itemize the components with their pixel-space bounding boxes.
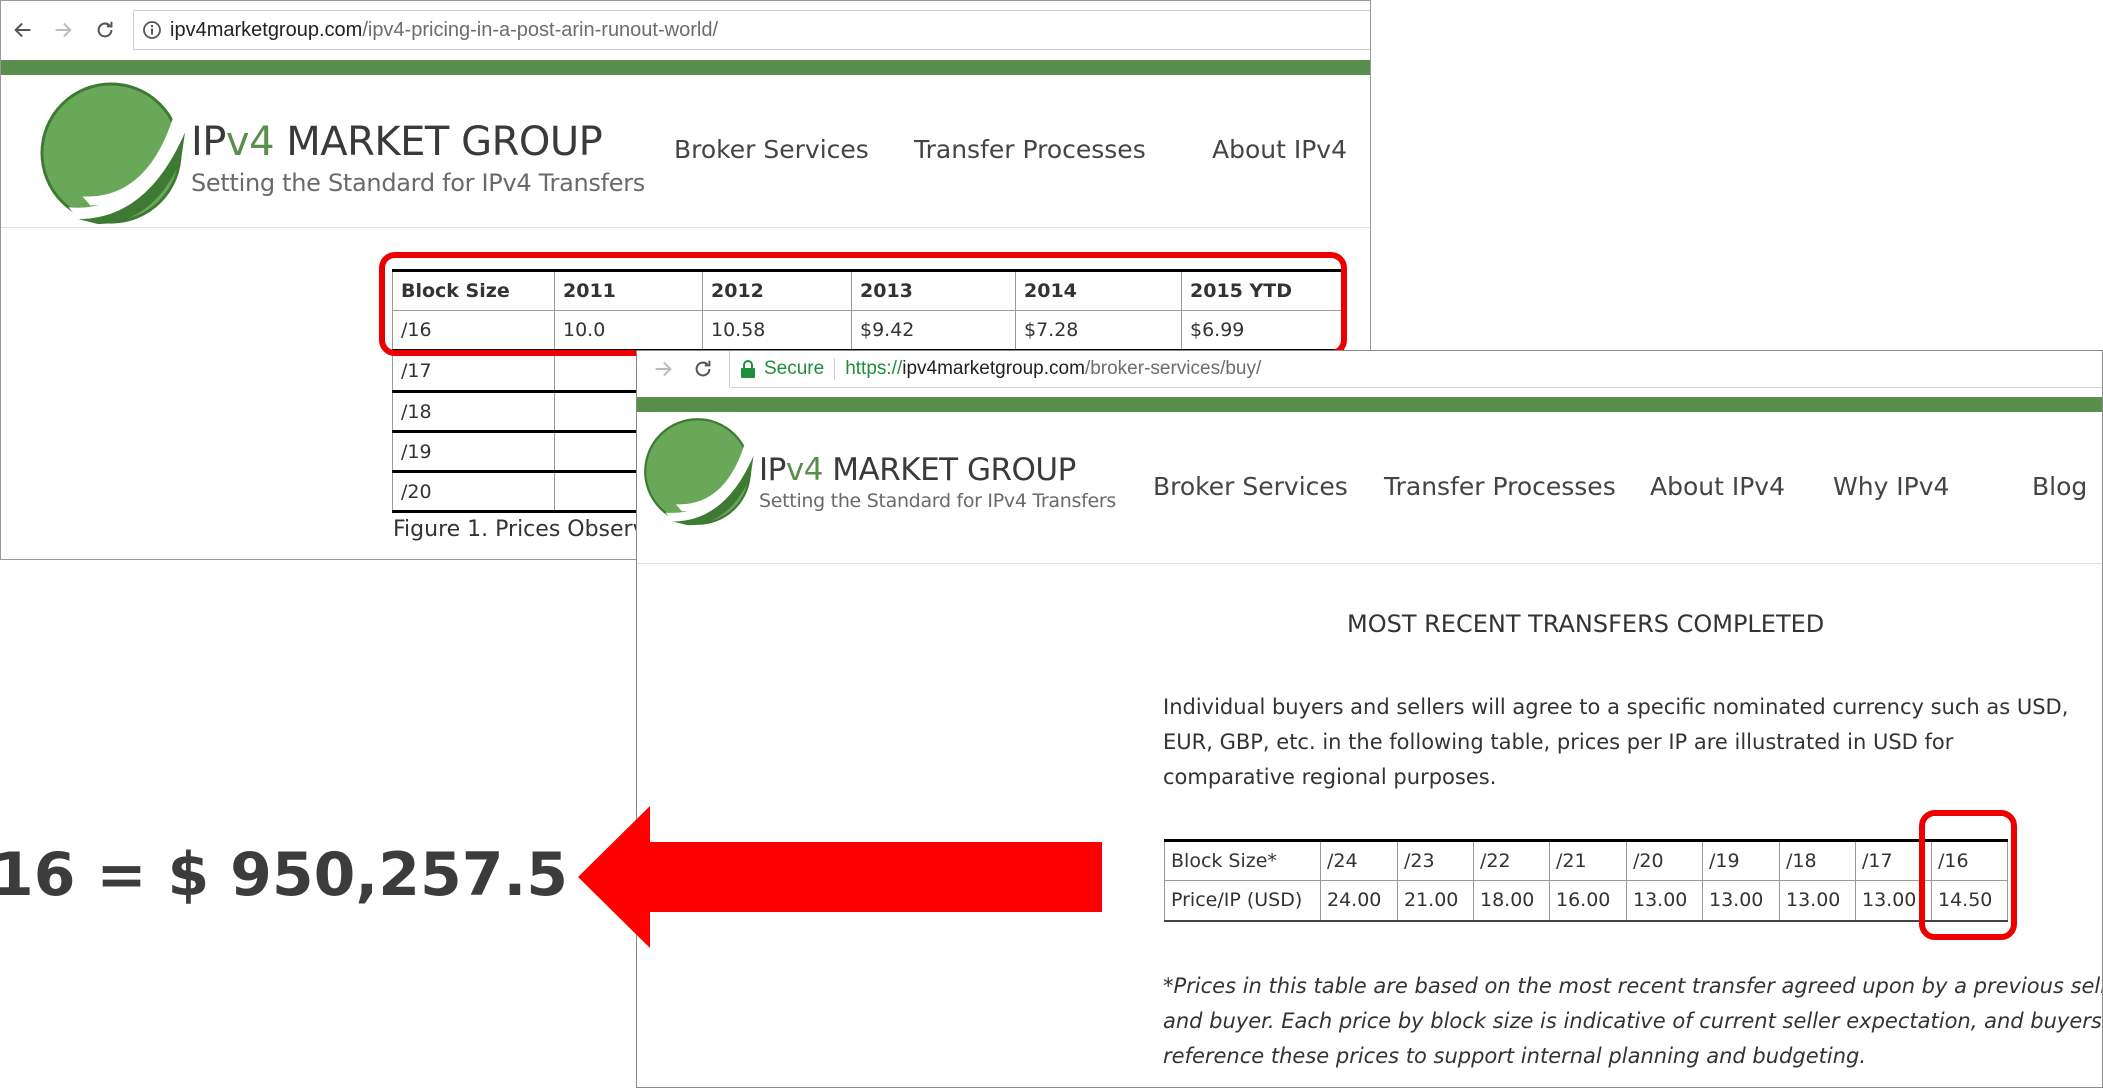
browser-toolbar: ipv4marketgroup.com/ipv4-pricing-in-a-po… xyxy=(1,1,1370,57)
header-divider xyxy=(637,563,2102,564)
table-cell: /17 xyxy=(392,351,555,393)
highlight-box-16-column xyxy=(1919,810,2017,940)
intro-paragraph: Individual buyers and sellers will agree… xyxy=(1163,690,2068,795)
header-cell: Block Size* xyxy=(1164,839,1321,881)
footnote-line: and buyer. Each price by block size is i… xyxy=(1163,1009,2103,1033)
header-cell: /22 xyxy=(1473,839,1550,881)
nav-broker-services[interactable]: Broker Services xyxy=(674,135,869,164)
table-cell: Price/IP (USD) xyxy=(1164,880,1321,922)
header-cell: /23 xyxy=(1397,839,1474,881)
url-scheme: https:// xyxy=(845,357,903,379)
url-host: ipv4marketgroup.com xyxy=(902,357,1085,379)
site-logo[interactable] xyxy=(39,81,187,229)
nav-about-ipv4[interactable]: About IPv4 xyxy=(1212,135,1347,164)
header-cell: /19 xyxy=(1702,839,1780,881)
brand-title: IPv4 MARKET GROUP xyxy=(191,119,603,165)
reload-icon[interactable] xyxy=(691,357,715,381)
info-icon[interactable] xyxy=(142,20,162,40)
brand-tagline: Setting the Standard for IPv4 Transfers xyxy=(759,490,1116,512)
address-bar[interactable]: ipv4marketgroup.com/ipv4-pricing-in-a-po… xyxy=(133,10,1370,50)
table-cell: 13.00 xyxy=(1779,880,1856,922)
url-path: /ipv4-pricing-in-a-post-arin-runout-worl… xyxy=(362,18,718,41)
section-heading: MOST RECENT TRANSFERS COMPLETED xyxy=(1347,610,1825,638)
intro-line: comparative regional purposes. xyxy=(1163,765,1497,789)
nav-broker-services[interactable]: Broker Services xyxy=(1153,472,1348,501)
highlight-box-back-table xyxy=(379,252,1347,356)
forward-icon[interactable] xyxy=(51,18,75,42)
back-icon[interactable] xyxy=(11,18,35,42)
table-cell: /19 xyxy=(392,431,555,473)
footnote: *Prices in this table are based on the m… xyxy=(1163,969,2103,1074)
header-divider xyxy=(1,227,1370,228)
nav-transfer-processes[interactable]: Transfer Processes xyxy=(914,135,1146,164)
secure-label: Secure xyxy=(764,357,825,379)
header-cell: /21 xyxy=(1549,839,1627,881)
recent-transfers-table: Block Size* /24 /23 /22 /21 /20 /19 /18 … xyxy=(1164,839,2008,922)
header-cell: /20 xyxy=(1626,839,1703,881)
divider xyxy=(834,357,836,380)
table-cell: 13.00 xyxy=(1702,880,1780,922)
nav-about-ipv4[interactable]: About IPv4 xyxy=(1650,472,1785,501)
address-bar[interactable]: Secure https://ipv4marketgroup.com/broke… xyxy=(729,351,2102,388)
site-top-bar xyxy=(637,397,2102,412)
intro-line: Individual buyers and sellers will agree… xyxy=(1163,695,2069,719)
table-cell: 21.00 xyxy=(1397,880,1474,922)
browser-window-front: Secure https://ipv4marketgroup.com/broke… xyxy=(636,350,2103,1088)
arrow-shape xyxy=(578,806,1102,948)
header-cell: /24 xyxy=(1320,839,1398,881)
url-host: ipv4marketgroup.com xyxy=(170,18,363,41)
nav-transfer-processes[interactable]: Transfer Processes xyxy=(1384,472,1616,501)
table-cell: 13.00 xyxy=(1626,880,1703,922)
table-cell: 16.00 xyxy=(1549,880,1627,922)
red-arrow xyxy=(578,806,1102,948)
header-cell: /18 xyxy=(1779,839,1856,881)
table-row: Price/IP (USD) 24.00 21.00 18.00 16.00 1… xyxy=(1164,880,2008,922)
site-top-bar xyxy=(1,60,1370,75)
nav-blog[interactable]: Blog xyxy=(2032,472,2087,501)
table-cell: 24.00 xyxy=(1320,880,1398,922)
site-logo[interactable] xyxy=(643,417,755,529)
price-equation: 16 = $ 950,257.5 xyxy=(0,840,569,910)
forward-icon[interactable] xyxy=(651,357,675,381)
brand-title: IPv4 MARKET GROUP xyxy=(759,452,1076,488)
reload-icon[interactable] xyxy=(93,18,117,42)
browser-toolbar: Secure https://ipv4marketgroup.com/broke… xyxy=(637,351,2102,391)
table-header-row: Block Size* /24 /23 /22 /21 /20 /19 /18 … xyxy=(1164,839,2008,881)
url-path: /broker-services/buy/ xyxy=(1084,357,1262,379)
table-cell: 18.00 xyxy=(1473,880,1550,922)
table-cell: /20 xyxy=(392,471,555,513)
footnote-line: reference these prices to support intern… xyxy=(1163,1044,1867,1068)
footnote-line: *Prices in this table are based on the m… xyxy=(1163,974,2103,998)
table-cell: /18 xyxy=(392,391,555,433)
brand-tagline: Setting the Standard for IPv4 Transfers xyxy=(191,169,645,197)
nav-why-ipv4[interactable]: Why IPv4 xyxy=(1833,472,1949,501)
intro-line: EUR, GBP, etc. in the following table, p… xyxy=(1163,730,1954,754)
lock-icon xyxy=(740,359,756,378)
figure-caption: Figure 1. Prices Observe xyxy=(393,517,660,542)
